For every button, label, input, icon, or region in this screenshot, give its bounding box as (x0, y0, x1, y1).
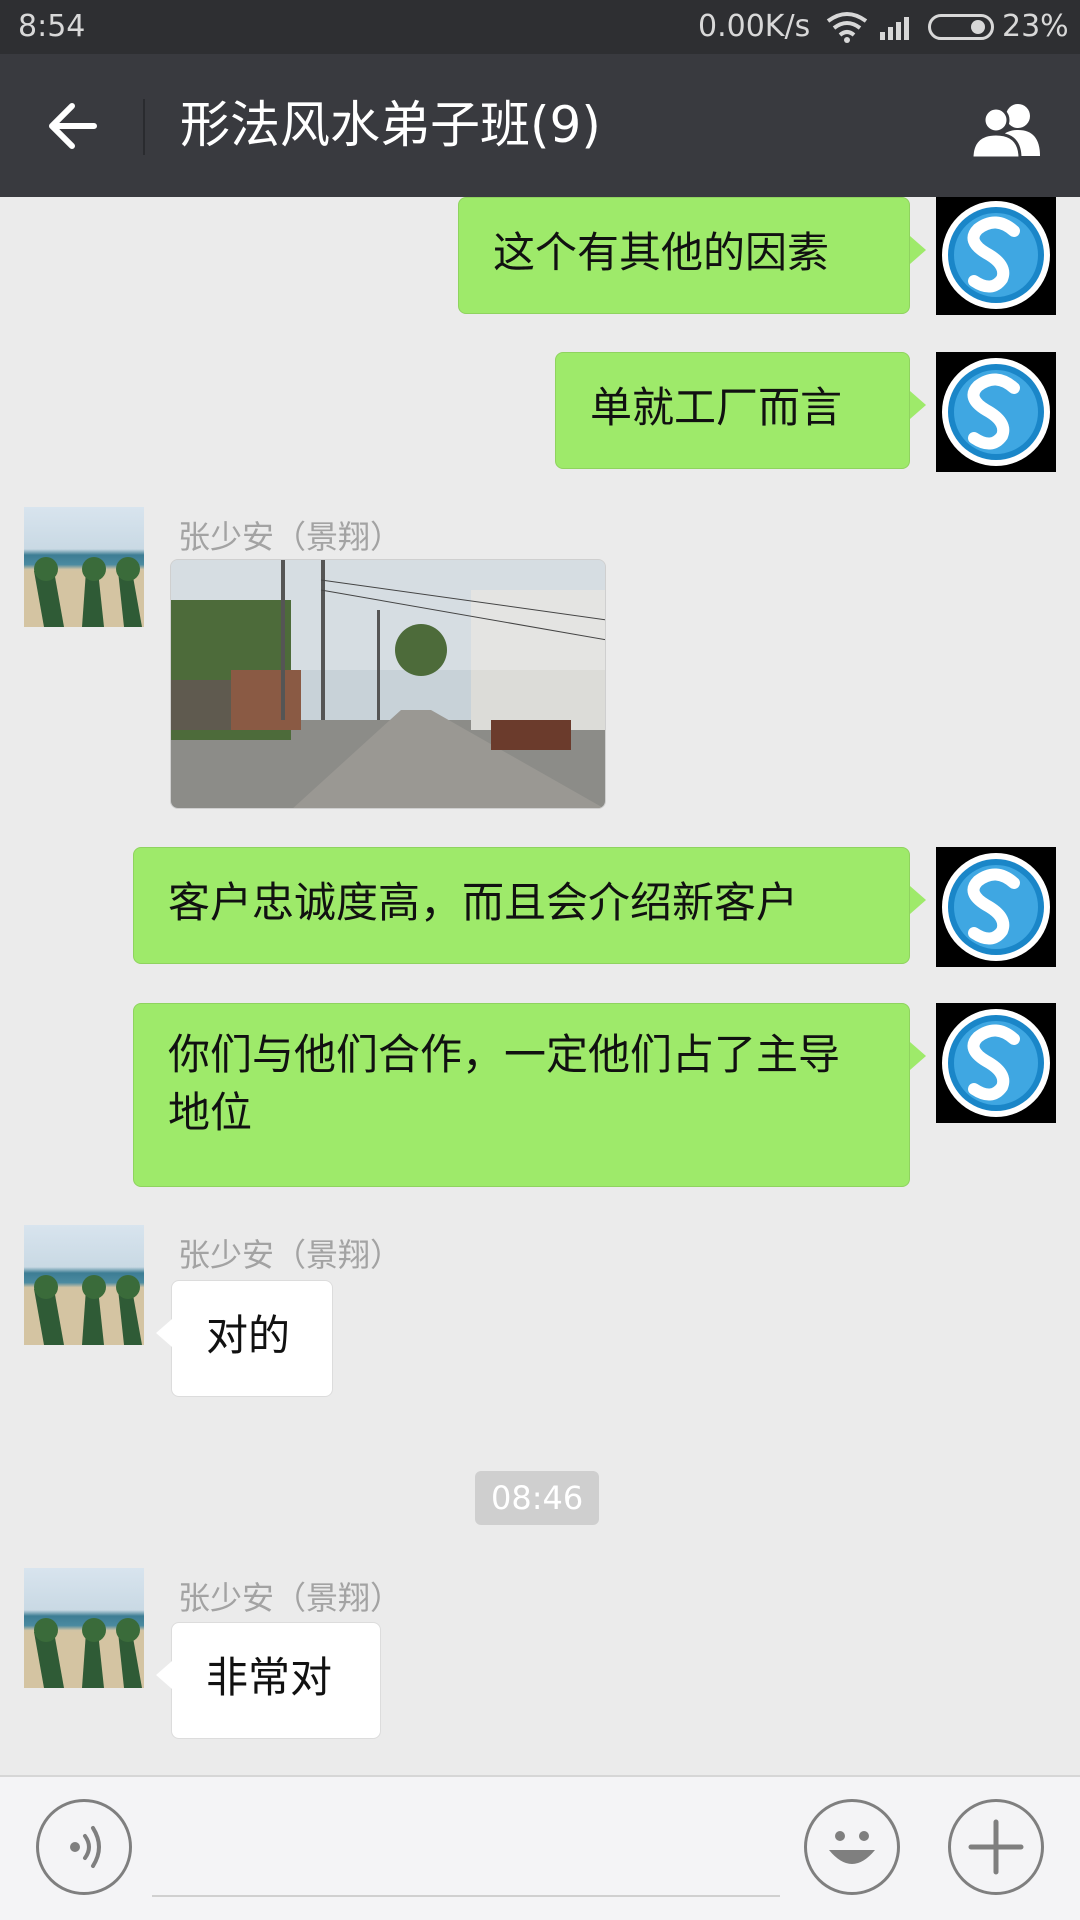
avatar-self[interactable] (936, 847, 1056, 967)
timestamp: 08:46 (475, 1471, 600, 1525)
message-bubble-outgoing[interactable]: 这个有其他的因素 (458, 197, 910, 314)
bubble-tail (910, 886, 926, 914)
status-time: 8:54 (18, 9, 86, 44)
s-logo-icon (942, 1009, 1050, 1117)
street-photo-image (171, 560, 605, 808)
battery-icon (928, 14, 994, 40)
avatar-self[interactable] (936, 1003, 1056, 1123)
status-bar: 8:54 0.00K/s 23% (0, 0, 1080, 54)
message-bubble-outgoing[interactable]: 单就工厂而言 (555, 352, 910, 469)
sender-name: 张少安（景翔） (178, 1236, 403, 1274)
voice-icon (70, 1826, 101, 1868)
wifi-icon (826, 12, 868, 43)
emoji-button[interactable] (804, 1799, 900, 1895)
s-logo-icon (942, 853, 1050, 961)
message-bubble-outgoing[interactable]: 你们与他们合作，一定他们占了主导地位 (133, 1003, 910, 1187)
s-logo-icon (942, 201, 1050, 309)
smiley-icon (829, 1831, 875, 1864)
beach-avatar-image (24, 557, 144, 627)
sender-name: 张少安（景翔） (178, 518, 403, 556)
avatar-contact[interactable] (24, 1225, 144, 1345)
chat-message-list[interactable]: 这个有其他的因素 单就工厂而言 张少安（景翔） 客户忠诚度高，而且会介绍新客户 … (0, 197, 1080, 1775)
battery-percent: 23% (1002, 9, 1069, 44)
beach-avatar-image (24, 1275, 144, 1345)
beach-avatar-image (24, 1618, 144, 1688)
sender-name: 张少安（景翔） (178, 1579, 403, 1617)
title-divider (143, 99, 145, 155)
input-bar (0, 1775, 1080, 1920)
signal-icon (880, 17, 909, 40)
chat-title: 形法风水弟子班(9) (180, 96, 601, 154)
message-input[interactable] (152, 1895, 780, 1897)
bubble-tail (910, 1042, 926, 1070)
voice-button[interactable] (36, 1799, 132, 1895)
s-logo-icon (942, 358, 1050, 466)
bubble-tail (910, 391, 926, 419)
plus-icon (968, 1819, 1024, 1875)
message-image[interactable] (170, 559, 606, 809)
bubble-tail (156, 1661, 172, 1689)
avatar-self[interactable] (936, 197, 1056, 315)
message-bubble-incoming[interactable]: 对的 (171, 1280, 333, 1397)
network-speed: 0.00K/s (698, 9, 811, 44)
title-bar: 形法风水弟子班(9) (0, 54, 1080, 197)
message-bubble-outgoing[interactable]: 客户忠诚度高，而且会介绍新客户 (133, 847, 910, 964)
avatar-contact[interactable] (24, 507, 144, 627)
message-bubble-incoming[interactable]: 非常对 (171, 1622, 381, 1739)
more-button[interactable] (948, 1799, 1044, 1895)
avatar-self[interactable] (936, 352, 1056, 472)
back-arrow-icon[interactable] (44, 96, 104, 156)
bubble-tail (910, 236, 926, 264)
bubble-tail (156, 1319, 172, 1347)
avatar-contact[interactable] (24, 1568, 144, 1688)
people-icon[interactable] (966, 100, 1050, 160)
